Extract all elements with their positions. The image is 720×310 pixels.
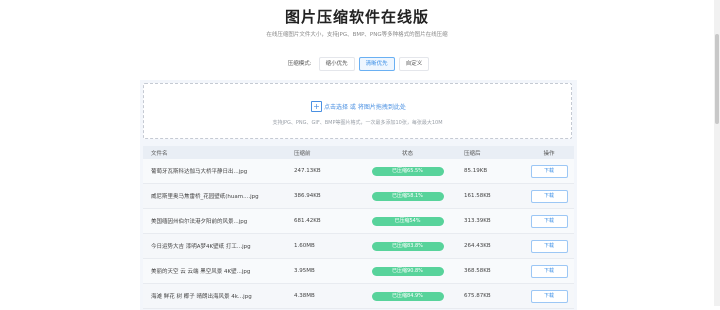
size-before: 1.60MB [294,243,315,249]
header-op: 操作 [543,150,555,157]
mode-label: 压缩模式: [287,61,312,67]
size-before: 4.38MB [294,293,315,299]
table-row: 美丽的天空 云 云端 黑空风景 4K壁...jpg 3.95MB 已压缩90.8… [143,259,574,284]
status-badge: 已压缩90.8% [371,266,444,276]
size-after: 675.87KB [464,293,491,299]
file-name: 美国缅因州伯尔法港夕阳前的风景...jpg [151,219,248,225]
mode-custom-button[interactable]: 自定义 [398,57,430,71]
mode-clarity-button[interactable]: 清晰优先 [358,57,395,71]
compression-mode-selector: 压缩模式: 缩小优先 清晰优先 自定义 [0,57,714,71]
compress-panel: + 点击选择 或 将图片拖拽到此处 支持JPG、PNG、GIF、BMP等图片格式… [140,80,577,310]
size-before: 3.95MB [294,268,315,274]
upload-link[interactable]: 点击选择 或 将图片拖拽到此处 [324,102,406,111]
header-name: 文件名 [151,150,168,157]
plus-icon[interactable]: + [311,101,322,112]
page-title: 图片压缩软件在线版 [284,8,429,26]
mode-smaller-button[interactable]: 缩小优先 [318,57,355,71]
size-after: 368.58KB [464,268,491,274]
status-badge: 已压缩65.5% [371,166,444,176]
header-after: 压缩后 [464,150,481,157]
download-button[interactable]: 下载 [530,189,568,203]
table-row: 今日运势大吉 漆明A梦4K壁纸 打工...jpg 1.60MB 已压缩83.8%… [143,234,574,259]
status-badge: 已压缩58.1% [371,191,444,201]
file-name: 美丽的天空 云 云端 黑空风景 4K壁...jpg [151,269,251,275]
file-name: 葡萄牙瓦斯科达伽马大桥平静日出...jpg [151,169,248,175]
table-header: 文件名 压缩前 状态 压缩后 操作 [143,146,574,159]
status-badge: 已压缩84.9% [371,291,444,301]
size-before: 681.42KB [294,218,321,224]
size-after: 85.19KB [464,168,488,174]
file-table: 文件名 压缩前 状态 压缩后 操作 葡萄牙瓦斯科达伽马大桥平静日出...jpg … [143,146,574,309]
header-status: 状态 [401,150,413,157]
table-row: 海滩 鲜花 树 椰子 晴朗出海风景 4k...jpg 4.38MB 已压缩84.… [143,284,574,309]
download-button[interactable]: 下载 [530,239,568,253]
scrollbar-thumb[interactable] [715,34,719,124]
upload-hint: 支持JPG、PNG、GIF、BMP等图片格式，一次最多添加10张，每张最大10M [272,120,443,126]
page-subtitle: 在线压缩图片文件大小，支持JPG、BMP、PNG等多种格式的图片在线压缩 [266,32,448,38]
size-after: 264.43KB [464,243,491,249]
table-row: 葡萄牙瓦斯科达伽马大桥平静日出...jpg 247.13KB 已压缩65.5% … [143,159,574,184]
file-name: 今日运势大吉 漆明A梦4K壁纸 打工...jpg [151,244,251,250]
size-before: 247.13KB [294,168,321,174]
download-button[interactable]: 下载 [530,264,568,278]
size-after: 313.39KB [464,218,491,224]
header-before: 压缩前 [294,150,311,157]
upload-dropzone[interactable]: + 点击选择 或 将图片拖拽到此处 支持JPG、PNG、GIF、BMP等图片格式… [143,83,572,139]
scrollbar[interactable] [714,0,720,306]
download-button[interactable]: 下载 [530,164,568,178]
download-button[interactable]: 下载 [530,289,568,303]
size-before: 386.94KB [294,193,321,199]
table-row: 美国缅因州伯尔法港夕阳前的风景...jpg 681.42KB 已压缩54% 31… [143,209,574,234]
status-badge: 已压缩54% [371,216,444,226]
file-name: 威尼斯里奥马焦雷桥_花园壁纸(huam....jpg [151,194,259,200]
status-badge: 已压缩83.8% [371,241,444,251]
table-body: 葡萄牙瓦斯科达伽马大桥平静日出...jpg 247.13KB 已压缩65.5% … [143,159,574,309]
size-after: 161.58KB [464,193,491,199]
file-name: 海滩 鲜花 树 椰子 晴朗出海风景 4k...jpg [151,294,252,300]
table-row: 威尼斯里奥马焦雷桥_花园壁纸(huam....jpg 386.94KB 已压缩5… [143,184,574,209]
download-button[interactable]: 下载 [530,214,568,228]
